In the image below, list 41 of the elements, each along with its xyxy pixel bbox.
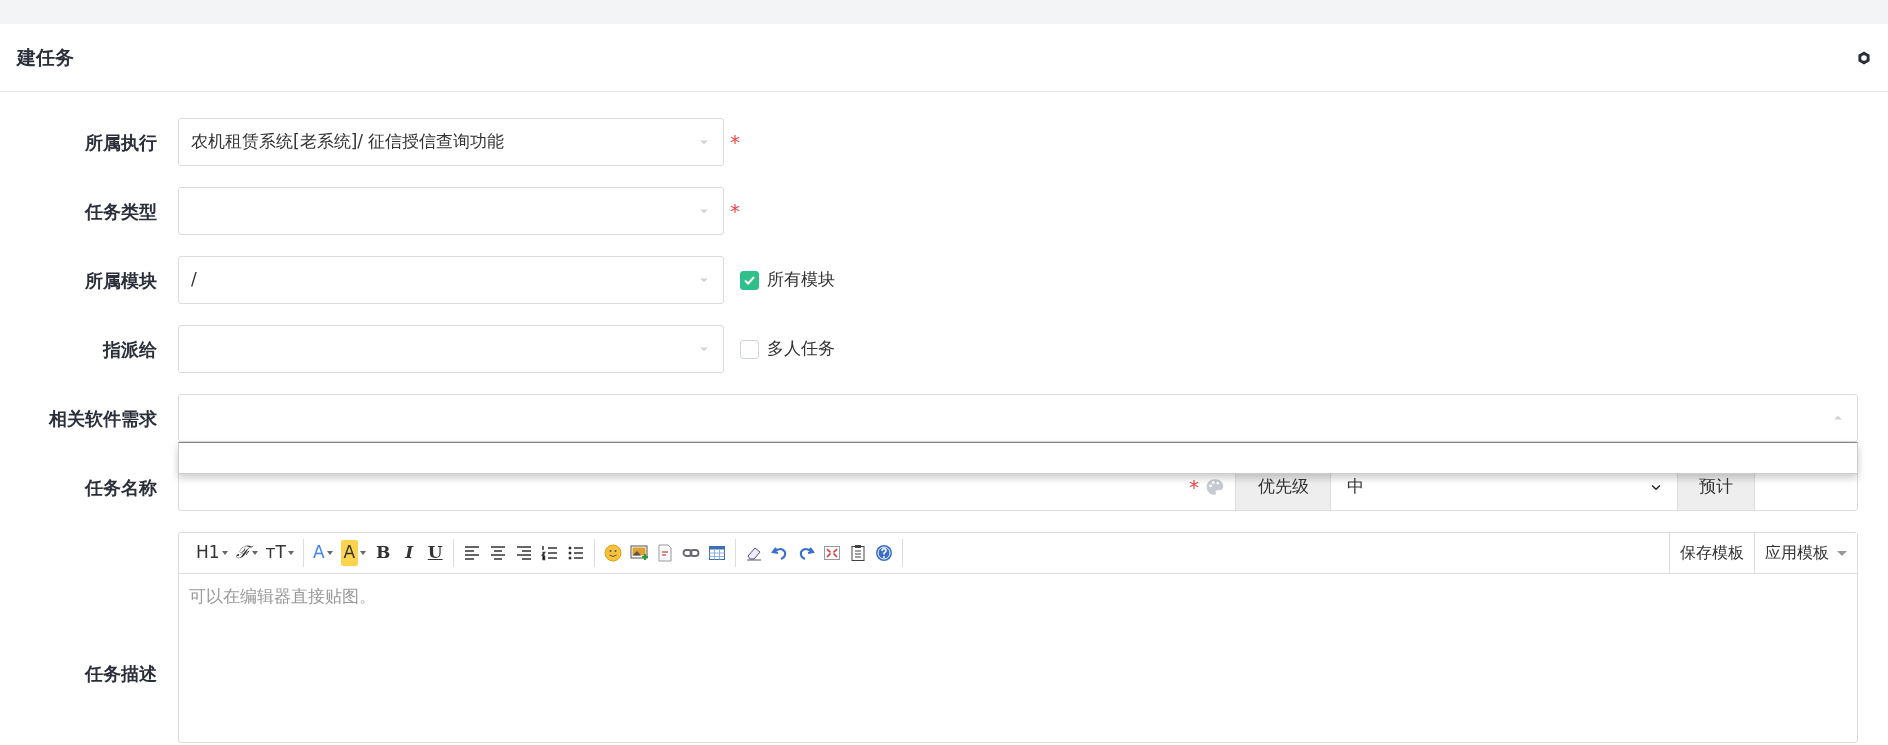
table-icon bbox=[708, 544, 727, 562]
image-icon bbox=[630, 544, 649, 562]
page-title: 建任务 bbox=[17, 45, 74, 71]
field-label: 所属执行 bbox=[84, 130, 157, 155]
bullet-list-icon bbox=[567, 544, 586, 562]
select-field[interactable]: 农机租赁系统[老系统]/ 征信授信查询功能 bbox=[178, 118, 724, 166]
smiley-icon bbox=[604, 544, 623, 562]
align-right-icon bbox=[515, 544, 534, 562]
field-label: 任务描述 bbox=[83, 662, 157, 686]
required-mark: * bbox=[730, 132, 740, 152]
required-mark: * bbox=[730, 201, 740, 221]
field-label: 所属模块 bbox=[84, 268, 157, 293]
select-field[interactable] bbox=[178, 325, 724, 373]
font-color-button[interactable]: A bbox=[309, 539, 336, 567]
help-icon bbox=[875, 544, 894, 562]
field-label: 指派给 bbox=[101, 337, 157, 362]
template-button[interactable]: 应用模板 bbox=[1754, 533, 1857, 573]
field-label: 任务名称 bbox=[83, 475, 157, 500]
bold-button[interactable]: B bbox=[371, 539, 396, 567]
field-label: 任务类型 bbox=[83, 199, 157, 224]
font-size-button[interactable]: ᴛT bbox=[262, 539, 297, 567]
heading-button[interactable]: H1 bbox=[193, 539, 231, 567]
italic-button[interactable]: I bbox=[397, 539, 422, 567]
caret-icon bbox=[1837, 550, 1847, 556]
align-left-icon bbox=[463, 544, 482, 562]
align-center-icon bbox=[489, 544, 508, 562]
numbered-list-icon bbox=[541, 544, 560, 562]
checkbox-label: 多人任务 bbox=[767, 337, 835, 361]
select-field[interactable]: / bbox=[178, 256, 724, 304]
underline-button[interactable]: U bbox=[423, 539, 448, 567]
field-label: 相关软件需求 bbox=[47, 406, 157, 431]
code-icon bbox=[656, 544, 675, 562]
font-button[interactable]: ℱ bbox=[232, 539, 261, 567]
clipboard-icon bbox=[849, 544, 868, 562]
checkbox-label: 所有模块 bbox=[767, 268, 835, 292]
checkbox[interactable] bbox=[740, 339, 759, 359]
settings-icon[interactable] bbox=[1857, 50, 1871, 65]
select-field[interactable] bbox=[178, 187, 724, 235]
fullscreen-icon bbox=[823, 544, 842, 562]
checkbox[interactable] bbox=[740, 270, 759, 290]
select-field[interactable] bbox=[178, 394, 1858, 442]
